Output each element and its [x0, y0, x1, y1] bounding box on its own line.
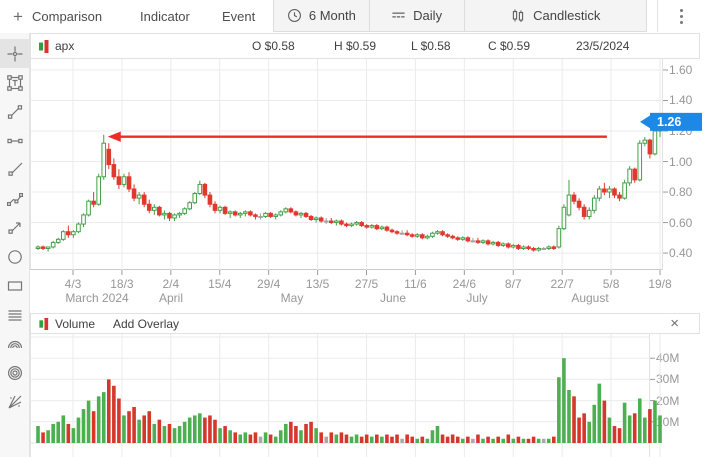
- month-axis-label: August: [571, 291, 608, 305]
- chart-type-button[interactable]: Candlestick: [465, 0, 647, 31]
- tool-rectangle[interactable]: [0, 271, 30, 300]
- volume-axis-label: 30M: [656, 372, 679, 386]
- toolbar: + Comparison Indicator Event 6 Month Dai…: [0, 0, 704, 33]
- tool-trend-line[interactable]: [0, 97, 30, 126]
- candlestick-icon: [510, 8, 526, 24]
- date-axis-label: 11/6: [404, 277, 426, 291]
- symbol-label: apx: [55, 39, 74, 53]
- rectangle-icon: [6, 277, 24, 295]
- volume-series-icon: [39, 318, 49, 330]
- kebab-icon: [679, 8, 684, 25]
- ellipse-icon: [6, 248, 24, 266]
- ohlc-close: C $0.59: [488, 34, 530, 58]
- gann-fan-icon: [6, 393, 24, 411]
- interval-label: Daily: [413, 8, 442, 23]
- volume-axis-label: 40M: [656, 351, 679, 365]
- price-axis-label: 1.60: [669, 63, 692, 77]
- ohlc-open: O $0.58: [252, 34, 295, 58]
- series-icon: [39, 40, 49, 53]
- ohlc-high: H $0.59: [334, 34, 376, 58]
- clock-icon: [287, 8, 302, 23]
- indicator-button[interactable]: Indicator: [140, 0, 190, 33]
- arrow-tool-icon: [6, 219, 24, 237]
- date-axis-label: 27/5: [355, 277, 378, 291]
- price-panel-header: apx O $0.58 H $0.59 L $0.58 C $0.59 23/5…: [30, 33, 700, 59]
- date-axis-label: 13/5: [306, 277, 329, 291]
- comparison-button[interactable]: Comparison: [32, 0, 102, 33]
- fib-circles-icon: [6, 364, 24, 382]
- price-axis-label: 1.00: [669, 155, 692, 169]
- month-axis-label: July: [466, 291, 487, 305]
- volume-panel-header: Volume Add Overlay ×: [30, 313, 700, 334]
- price-axis-label: 1.40: [669, 93, 692, 107]
- price-chart-area[interactable]: [30, 59, 663, 270]
- month-axis-label: March 2024: [65, 291, 128, 305]
- interval-icon: [391, 8, 406, 23]
- volume-bar: [658, 415, 662, 443]
- tool-horizontal-line[interactable]: [0, 126, 30, 155]
- polyline-icon: [6, 190, 24, 208]
- tool-fib-arcs[interactable]: [0, 329, 30, 358]
- tool-fib-circles[interactable]: [0, 358, 30, 387]
- volume-bar: [653, 401, 657, 443]
- horizontal-line-icon: [6, 132, 24, 150]
- tool-polyline[interactable]: [0, 184, 30, 213]
- crosshair-icon: [6, 45, 24, 63]
- text-tool-icon: [6, 74, 24, 92]
- volume-axis-label: 10M: [656, 415, 679, 429]
- stock-chart-app: + Comparison Indicator Event 6 Month Dai…: [0, 0, 704, 457]
- tool-ray[interactable]: [0, 155, 30, 184]
- plus-icon: +: [13, 0, 23, 33]
- price-axis-label: 0.60: [669, 216, 692, 230]
- fib-arcs-icon: [6, 335, 24, 353]
- range-button[interactable]: 6 Month: [274, 0, 369, 31]
- date-axis-label: 2/4: [162, 277, 179, 291]
- tool-crosshair[interactable]: [0, 39, 30, 68]
- volume-chart-area[interactable]: [30, 334, 650, 457]
- date-axis-label: 15/4: [208, 277, 231, 291]
- volume-title-row: Volume: [39, 314, 95, 333]
- price-axis-label: 0.80: [669, 185, 692, 199]
- month-axis-label: June: [380, 291, 406, 305]
- price-axis-label: 0.40: [669, 246, 692, 260]
- tool-ellipse[interactable]: [0, 242, 30, 271]
- chart-settings-group: 6 Month Daily Candlestick: [273, 0, 647, 32]
- tool-gann-fan[interactable]: [0, 387, 30, 416]
- drawing-tools-sidebar: [0, 33, 30, 457]
- date-axis-label: 24/6: [453, 277, 476, 291]
- date-axis-label: 29/4: [257, 277, 280, 291]
- tool-parallel-lines[interactable]: [0, 300, 30, 329]
- symbol-row: apx: [39, 34, 74, 58]
- month-axis-label: April: [159, 291, 183, 305]
- parallel-lines-icon: [6, 306, 24, 324]
- ohlc-date: 23/5/2024: [576, 34, 629, 58]
- ohlc-low: L $0.58: [411, 34, 451, 58]
- date-axis-label: 22/7: [550, 277, 573, 291]
- toolbar-divider: [657, 0, 658, 32]
- date-axis-label: 4/3: [65, 277, 82, 291]
- event-button[interactable]: Event: [222, 0, 255, 33]
- price-axis-label: 1.20: [669, 124, 692, 138]
- ray-icon: [6, 161, 24, 179]
- add-overlay-button[interactable]: Add Overlay: [113, 314, 179, 333]
- close-volume-button[interactable]: ×: [670, 314, 679, 333]
- range-label: 6 Month: [309, 8, 356, 23]
- date-axis-label: 5/8: [603, 277, 620, 291]
- volume-axis-label: 20M: [656, 394, 679, 408]
- date-axis-label: 8/7: [505, 277, 522, 291]
- tool-arrow[interactable]: [0, 213, 30, 242]
- chart-type-label: Candlestick: [533, 8, 600, 23]
- interval-button[interactable]: Daily: [370, 0, 464, 31]
- tool-text[interactable]: [0, 68, 30, 97]
- month-axis-label: May: [281, 291, 304, 305]
- date-axis-label: 18/3: [110, 277, 133, 291]
- more-menu-button[interactable]: [668, 0, 694, 32]
- volume-title: Volume: [55, 317, 95, 331]
- trend-line-icon: [6, 103, 24, 121]
- date-axis-label: 19/8: [648, 277, 671, 291]
